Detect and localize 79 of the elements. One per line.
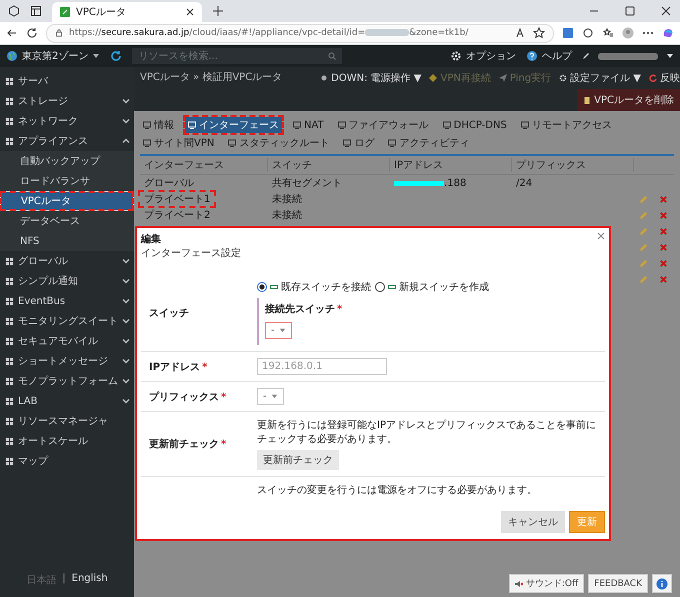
ip-address-field[interactable]: 192.168.0.1 <box>257 358 387 375</box>
sidebar-item[interactable]: ショートメッセージ <box>0 351 134 371</box>
table-cell: /24 <box>516 178 532 188</box>
dialog-title: 編集 <box>141 232 162 246</box>
column-header: プリフィックス <box>512 158 634 172</box>
sidebar-item[interactable]: VPCルータ <box>0 191 134 211</box>
tab[interactable]: 情報 <box>140 117 177 133</box>
select-field[interactable]: - <box>257 388 284 405</box>
table-cell-text: 未接続 <box>272 192 302 206</box>
column-header: インターフェース <box>140 158 268 172</box>
radio-option[interactable]: 既存スイッチを接続 <box>257 280 371 294</box>
toolbar-button[interactable]: DOWN: 電源操作 ▼ <box>320 67 422 89</box>
sidebar-item[interactable]: アプライアンス <box>0 131 134 151</box>
table-cell-text: 共有セグメント <box>272 176 342 190</box>
zone-selector[interactable]: 東京第2ゾーン <box>6 49 100 63</box>
sidebar-item[interactable]: データベース <box>0 211 134 231</box>
radio-option[interactable]: 新規スイッチを作成 <box>375 280 489 294</box>
sidebar-item[interactable]: マップ <box>0 451 134 471</box>
select-field[interactable]: - <box>265 322 292 339</box>
toolbar-button[interactable]: 設定ファイル ▼ <box>559 67 641 89</box>
tab[interactable]: サイト間VPN <box>140 135 218 151</box>
tab[interactable]: DHCP-DNS <box>440 117 510 133</box>
field-label: プリフィックス <box>149 392 219 402</box>
field-label: 接続先スイッチ <box>265 304 335 315</box>
browser-tab[interactable]: VPCルータ <box>52 2 202 22</box>
column-header: スイッチ <box>268 158 390 172</box>
help-text: 更新を行うには登録可能なIPアドレスとプリフィックスであることを事前にチェックする必要があります。 <box>257 418 597 446</box>
table-cell: プライベート1 <box>140 192 214 206</box>
tab[interactable]: アクティビティ <box>385 135 472 151</box>
address-field[interactable]: https://secure.sakura.ad.jp/cloud/iaas/#!/appliance/vpc-detail/id= &zone=tk1b/ <box>46 24 554 42</box>
url-text: https://secure.sakura.ad.jp/cloud/iaas/#!/appliance/vpc-detail/id= &zone=tk1b/ <box>69 28 468 38</box>
sound-toggle[interactable]: サウンド:Off <box>508 574 584 593</box>
language-link[interactable]: English <box>72 573 108 587</box>
tab[interactable]: ファイアウォール <box>334 117 432 133</box>
notice-text: スイッチの変更を行うには電源をオフにする必要があります。 <box>257 484 537 497</box>
required-mark: * <box>221 392 226 402</box>
sidebar-item[interactable]: リソースマネージャ <box>0 411 134 431</box>
sidebar-item[interactable]: グローバル <box>0 251 134 271</box>
field-label: IPアドレス <box>149 362 200 372</box>
separator: | <box>62 573 66 586</box>
sidebar-item[interactable]: シンプル通知 <box>0 271 134 291</box>
sidebar-item[interactable]: サーバ <box>0 71 134 91</box>
required-mark: * <box>202 362 208 372</box>
toolbar-button[interactable]: VPCルータを削除 <box>577 89 680 111</box>
sidebar-item[interactable]: セキュアモバイル <box>0 331 134 351</box>
tab[interactable]: インターフェース <box>185 117 282 133</box>
table-cell-text: プライベート2 <box>144 208 210 222</box>
pre-check-button[interactable]: 更新前チェック <box>257 450 339 470</box>
search-field[interactable]: リソースを検索... <box>132 48 342 64</box>
required-mark: * <box>221 439 226 450</box>
sidebar-item[interactable]: ストレージ <box>0 91 134 111</box>
column-header: IPアドレス <box>390 158 512 172</box>
breadcrumb: VPCルータ » 検証用VPCルータ <box>140 70 282 85</box>
field-label: スイッチ <box>148 306 190 320</box>
tab[interactable]: スタティックルート <box>225 135 332 151</box>
sidebar-item[interactable]: ネットワーク <box>0 111 134 131</box>
sidebar-item[interactable]: モノプラットフォーム <box>0 371 134 391</box>
table-cell-text: グローバル <box>144 177 194 190</box>
tab[interactable]: NAT <box>290 117 327 133</box>
sidebar-item[interactable]: LAB <box>0 391 134 411</box>
cancel-button[interactable]: キャンセル <box>501 511 565 533</box>
dialog-subtitle: インターフェース設定 <box>141 246 241 260</box>
tab[interactable]: リモートアクセス <box>518 117 615 133</box>
required-mark: * <box>337 304 342 315</box>
tab[interactable]: ログ <box>340 135 378 151</box>
sidebar-item[interactable]: 自動バックアップ <box>0 151 134 171</box>
sidebar-item[interactable]: オートスケール <box>0 431 134 451</box>
sidebar-item[interactable]: モニタリングスイート <box>0 311 134 331</box>
tab-title: VPCルータ <box>76 6 127 19</box>
table-cell: .188 <box>444 178 466 188</box>
options-link[interactable]: オプション <box>450 49 516 63</box>
sidebar-item[interactable]: NFS <box>0 231 134 251</box>
feedback-button[interactable]: FEEDBACK <box>588 574 648 593</box>
toolbar-button[interactable]: 反映 <box>649 67 680 89</box>
field-label: 更新前チェック <box>149 439 219 450</box>
sidebar-item[interactable]: ロードバランサ <box>0 171 134 191</box>
help-link[interactable]: ヘルプ <box>526 49 572 63</box>
sidebar-item[interactable]: EventBus <box>0 291 134 311</box>
table-cell-text: 未接続 <box>272 208 302 222</box>
